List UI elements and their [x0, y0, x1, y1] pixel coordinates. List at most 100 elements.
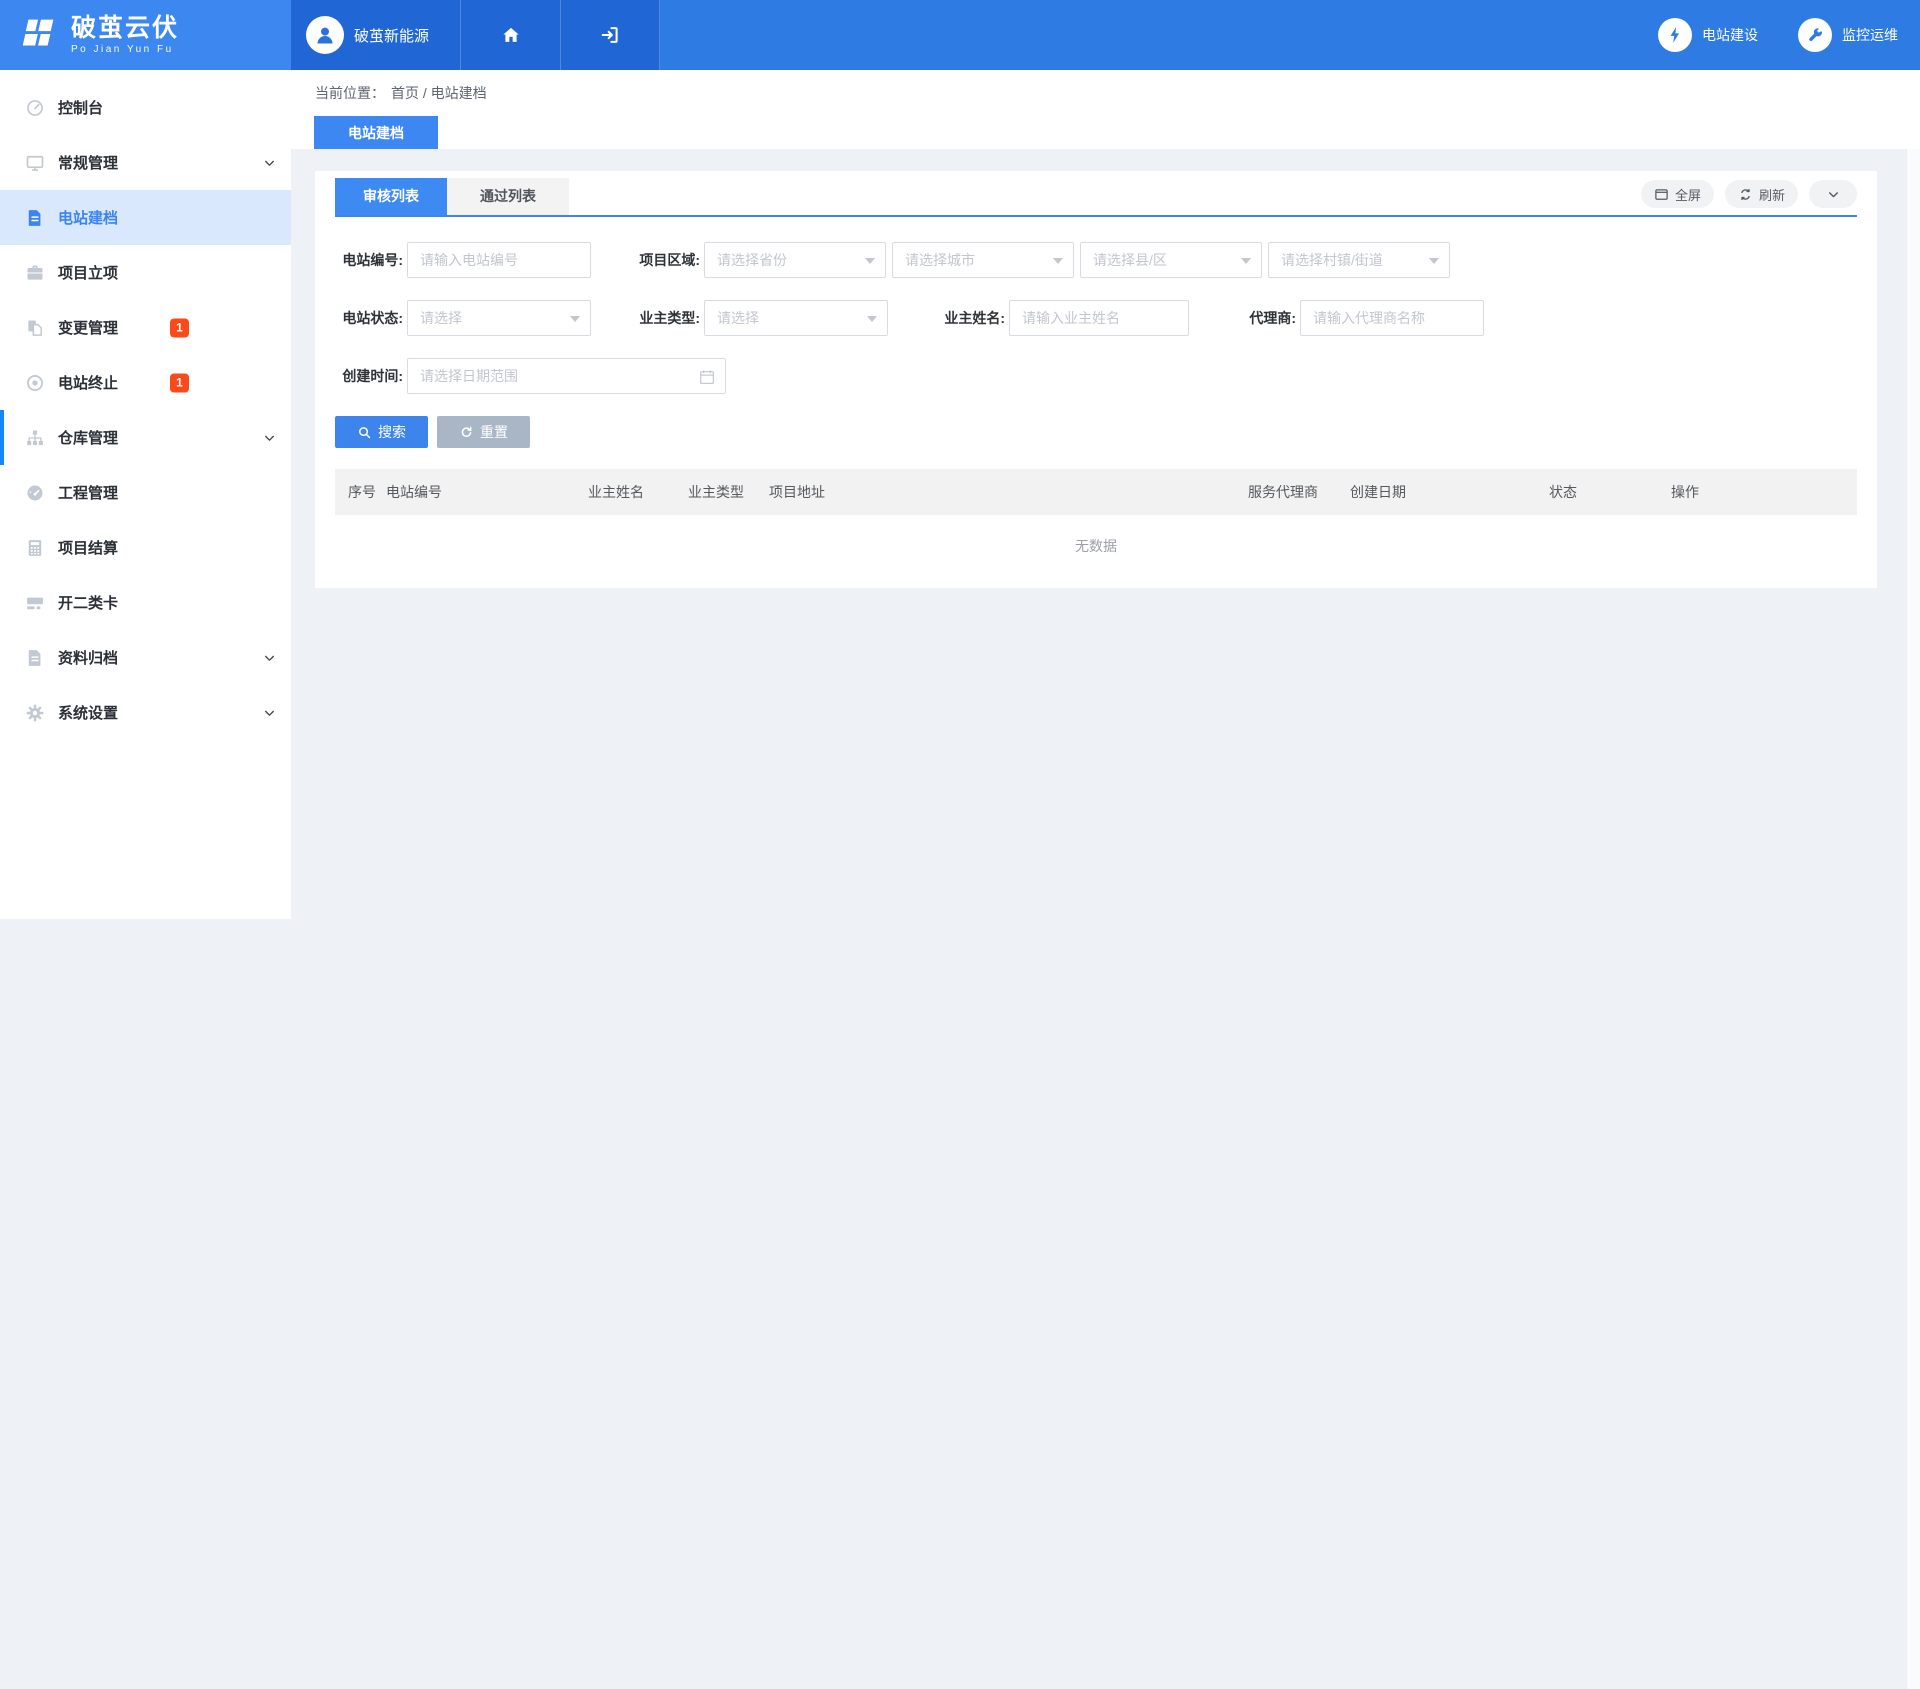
logo-title: 破茧云伏 — [71, 15, 179, 42]
town-select[interactable]: 请选择村镇/街道 — [1268, 242, 1450, 278]
sidebar-item-project-initiation[interactable]: 项目立项 — [0, 245, 291, 300]
monitor-icon — [25, 153, 45, 173]
chevron-down-icon — [263, 156, 276, 169]
column-project-address: 项目地址 — [769, 482, 1248, 502]
login-arrow-icon — [599, 24, 621, 46]
sidebar-item-warehouse-mgmt[interactable]: 仓库管理 — [0, 410, 291, 465]
filter-row-1: 电站编号: 项目区域: 请选择省份 请选择城市 请选择县/区 — [335, 242, 1857, 278]
column-service-agent: 服务代理商 — [1248, 482, 1350, 502]
county-select[interactable]: 请选择县/区 — [1080, 242, 1262, 278]
agent-label: 代理商: — [1235, 308, 1296, 328]
results-table: 序号 电站编号 业主姓名 业主类型 项目地址 服务代理商 创建日期 状态 操作 … — [335, 469, 1857, 577]
sidebar-item-console[interactable]: 控制台 — [0, 80, 291, 135]
collapse-toolbar-button[interactable] — [1809, 180, 1857, 208]
notification-badge: 1 — [170, 318, 189, 337]
sidebar-item-data-archive[interactable]: 资料归档 — [0, 630, 291, 685]
created-time-label: 创建时间: — [335, 366, 403, 386]
sidebar-item-station-termination[interactable]: 电站终止 1 — [0, 355, 291, 410]
user-menu[interactable]: 破茧新能源 — [291, 0, 460, 70]
briefcase-icon — [25, 263, 45, 283]
sitemap-icon — [25, 428, 45, 448]
city-select[interactable]: 请选择城市 — [892, 242, 1074, 278]
calculator-icon — [25, 538, 45, 558]
logo-subtitle: Po Jian Yun Fu — [71, 44, 179, 55]
nav-monitor-ops[interactable]: 监控运维 — [1798, 18, 1898, 52]
lightning-icon — [1658, 18, 1692, 52]
sidebar-item-general-mgmt[interactable]: 常规管理 — [0, 135, 291, 190]
speedometer-icon — [25, 483, 45, 503]
filter-actions: 搜索 重置 — [335, 416, 1857, 448]
avatar[interactable] — [306, 16, 344, 54]
sidebar-item-engineering-mgmt[interactable]: 工程管理 — [0, 465, 291, 520]
tab-review-list[interactable]: 审核列表 — [335, 178, 447, 215]
reset-button[interactable]: 重置 — [437, 416, 530, 448]
document-icon — [25, 208, 45, 228]
copy-icon — [25, 318, 45, 338]
filter-row-3: 创建时间: 请选择日期范围 — [335, 358, 1857, 394]
breadcrumb-band: 当前位置： 首页 / 电站建档 电站建档 — [291, 70, 1920, 149]
logo-icon — [16, 12, 62, 58]
sidebar-item-open-type2-card[interactable]: 开二类卡 — [0, 575, 291, 630]
station-status-select[interactable]: 请选择 — [407, 300, 591, 336]
sidebar: 控制台 常规管理 电站建档 项目立项 — [0, 70, 291, 919]
caret-down-icon — [570, 316, 580, 327]
sidebar-item-project-settlement[interactable]: 项目结算 — [0, 520, 291, 575]
search-button[interactable]: 搜索 — [335, 416, 428, 448]
main-area: 当前位置： 首页 / 电站建档 电站建档 审核列表 通过列表 全屏 — [291, 70, 1920, 919]
gauge-icon — [25, 98, 45, 118]
column-created-date: 创建日期 — [1350, 482, 1549, 502]
reset-icon — [459, 425, 474, 440]
credit-card-icon — [25, 593, 45, 613]
home-icon — [500, 24, 522, 46]
column-owner-name: 业主姓名 — [588, 482, 688, 502]
company-name: 破茧新能源 — [354, 25, 429, 46]
table-header-row: 序号 电站编号 业主姓名 业主类型 项目地址 服务代理商 创建日期 状态 操作 — [335, 469, 1857, 515]
topbar-nav: 电站建设 监控运维 — [1658, 0, 1920, 70]
column-index: 序号 — [335, 482, 386, 502]
home-button[interactable] — [460, 0, 560, 70]
panel-card: 审核列表 通过列表 全屏 — [315, 171, 1877, 588]
caret-down-icon — [1429, 258, 1439, 269]
nav-monitor-ops-label: 监控运维 — [1842, 25, 1898, 45]
breadcrumb-prefix: 当前位置： — [315, 85, 385, 101]
app-logo[interactable]: 破茧云伏 Po Jian Yun Fu — [0, 0, 291, 70]
caret-down-icon — [865, 258, 875, 269]
province-select[interactable]: 请选择省份 — [704, 242, 886, 278]
fullscreen-button[interactable]: 全屏 — [1641, 180, 1714, 208]
sidebar-item-station-archive[interactable]: 电站建档 — [0, 190, 291, 245]
tab-passed-list[interactable]: 通过列表 — [447, 178, 569, 215]
owner-type-select[interactable]: 请选择 — [704, 300, 888, 336]
column-station-no: 电站编号 — [386, 482, 588, 502]
date-range-picker[interactable]: 请选择日期范围 — [407, 358, 726, 394]
sidebar-item-change-mgmt[interactable]: 变更管理 1 — [0, 300, 291, 355]
column-status: 状态 — [1549, 482, 1671, 502]
empty-state: 无数据 — [335, 515, 1857, 577]
logout-button[interactable] — [560, 0, 660, 70]
search-icon — [357, 425, 372, 440]
panel-tools: 全屏 刷新 — [1641, 180, 1857, 208]
scrollbar-track[interactable] — [1906, 149, 1920, 1689]
station-no-input[interactable] — [407, 242, 591, 278]
fullscreen-icon — [1654, 187, 1669, 202]
file-icon — [25, 648, 45, 668]
owner-name-input[interactable] — [1009, 300, 1189, 336]
caret-down-icon — [1241, 258, 1251, 269]
refresh-button[interactable]: 刷新 — [1725, 180, 1798, 208]
station-status-label: 电站状态: — [335, 308, 403, 328]
active-indicator-bar — [0, 410, 4, 465]
record-icon — [25, 373, 45, 393]
gear-icon — [25, 703, 45, 723]
sidebar-item-system-settings[interactable]: 系统设置 — [0, 685, 291, 740]
caret-down-icon — [867, 316, 877, 327]
nav-station-build[interactable]: 电站建设 — [1658, 18, 1758, 52]
topbar: 破茧云伏 Po Jian Yun Fu 破茧新能源 — [0, 0, 1920, 70]
page-tab-station-archive[interactable]: 电站建档 — [314, 116, 438, 149]
filter-form: 电站编号: 项目区域: 请选择省份 请选择城市 请选择县/区 — [335, 217, 1857, 394]
caret-down-icon — [1053, 258, 1063, 269]
chevron-down-icon — [1827, 188, 1840, 201]
chevron-down-icon — [263, 431, 276, 444]
breadcrumb-path[interactable]: 首页 / 电站建档 — [391, 85, 487, 101]
agent-input[interactable] — [1300, 300, 1484, 336]
notification-badge: 1 — [170, 373, 189, 392]
station-no-label: 电站编号: — [335, 250, 403, 270]
